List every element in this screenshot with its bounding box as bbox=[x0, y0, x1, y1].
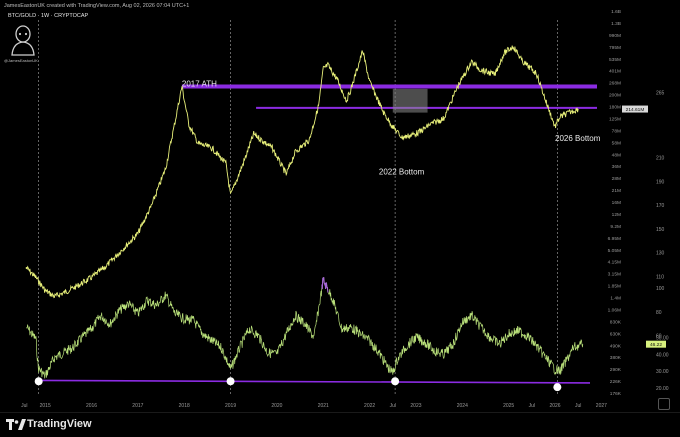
bottom-zone-box bbox=[392, 88, 428, 113]
bottom-marker-2 bbox=[391, 377, 400, 386]
left-axis-tick: 535M bbox=[609, 57, 621, 63]
left-axis-tick: 401M bbox=[609, 69, 621, 75]
right-axis-tick: 150 bbox=[656, 227, 665, 233]
oscillator-overheat-segment bbox=[321, 277, 329, 293]
left-axis-tick: 4.15M bbox=[608, 260, 621, 266]
annotation-label-2: 2026 Bottom bbox=[555, 134, 601, 143]
oscillator-axis-tick: 50.00 bbox=[656, 335, 669, 341]
left-axis-tick: 1.6B bbox=[611, 9, 621, 15]
left-price-axis[interactable]: 1.6B 1.3B 990M 795M 535M 401M 268M 200M 180M 125M… bbox=[608, 9, 622, 397]
price-point-start bbox=[25, 266, 28, 269]
time-axis-tick: 2016 bbox=[86, 403, 97, 409]
left-axis-tick: 180M bbox=[609, 105, 621, 111]
support-lines bbox=[38, 84, 597, 384]
left-axis-tick: 12M bbox=[612, 212, 621, 218]
left-axis-tick: 28M bbox=[612, 176, 621, 182]
fullscreen-button[interactable] bbox=[658, 398, 670, 410]
left-axis-tick: 6.95M bbox=[608, 236, 621, 242]
left-axis-tick: 380K bbox=[610, 355, 622, 361]
left-axis-tick: 58M bbox=[612, 140, 621, 146]
oscillator-axis-tick: 20.00 bbox=[656, 386, 669, 392]
bottom-marker-1 bbox=[226, 377, 235, 386]
left-axis-tick: 200M bbox=[609, 93, 621, 99]
price-last-value: 214.61M bbox=[626, 107, 645, 113]
right-axis-tick: 265 bbox=[656, 90, 665, 96]
time-axis[interactable]: Jul 2015 2016 2017 2018 2019 2020 2021 2022 Jul 20… bbox=[21, 403, 607, 409]
bottom-zone-rect bbox=[392, 88, 428, 113]
annotation-label-0: 2017 ATH bbox=[182, 80, 217, 89]
left-axis-tick: 226K bbox=[610, 379, 622, 385]
left-axis-tick: 21M bbox=[612, 188, 621, 194]
time-axis-tick: 2017 bbox=[132, 403, 143, 409]
right-axis-tick: 210 bbox=[656, 156, 665, 162]
time-axis-tick: 2022 bbox=[364, 403, 375, 409]
time-axis-tick: Jul bbox=[529, 403, 535, 409]
time-axis-tick: 2019 bbox=[225, 403, 236, 409]
left-axis-tick: 1.06M bbox=[608, 307, 621, 313]
price-line bbox=[26, 45, 579, 299]
left-axis-tick: 1.3B bbox=[611, 21, 621, 27]
oscillator-last-value: 46.22 bbox=[650, 342, 662, 348]
left-axis-tick: 9.2M bbox=[610, 224, 621, 230]
left-axis-tick: 48M bbox=[612, 152, 621, 158]
time-axis-tick: 2021 bbox=[318, 403, 329, 409]
left-axis-tick: 125M bbox=[609, 116, 621, 122]
tradingview-brand[interactable]: TradingView bbox=[27, 418, 92, 430]
author-handle: @JamesEastonUK bbox=[4, 58, 38, 63]
right-axis-tick: 190 bbox=[656, 179, 665, 185]
cycle-dashed-lines bbox=[38, 20, 558, 395]
time-axis-tick: 2020 bbox=[271, 403, 282, 409]
oscillator-series bbox=[26, 277, 584, 379]
chart-canvas[interactable]: 2017 ATH 2022 Bottom 2026 Bottom 1.6B 1.3B 9… bbox=[0, 0, 680, 436]
left-axis-tick: 268M bbox=[609, 81, 621, 87]
right-axis-tick: 170 bbox=[656, 203, 665, 209]
left-axis-tick: 830K bbox=[610, 319, 622, 325]
left-axis-tick: 78M bbox=[612, 128, 621, 134]
tradingview-logo-icon bbox=[6, 419, 26, 430]
time-axis-tick: 2024 bbox=[457, 403, 468, 409]
oscillator-line bbox=[26, 277, 584, 379]
time-axis-tick: 2018 bbox=[179, 403, 190, 409]
footer-bar: TradingView bbox=[0, 412, 680, 437]
time-axis-tick: 2025 bbox=[503, 403, 514, 409]
chart-frame: 2017 ATH 2022 Bottom 2026 Bottom 1.6B 1.3B 9… bbox=[0, 0, 680, 437]
left-axis-tick: 290K bbox=[610, 367, 622, 373]
oscillator-axis-tick: 30.00 bbox=[656, 369, 669, 375]
bottom-marker-0 bbox=[34, 377, 43, 386]
right-axis-tick: 100 bbox=[656, 286, 665, 292]
time-axis-tick: Jul bbox=[575, 403, 581, 409]
left-axis-tick: 5.05M bbox=[608, 248, 621, 254]
left-axis-tick: 36M bbox=[612, 164, 621, 170]
time-axis-tick: 2015 bbox=[40, 403, 51, 409]
author-avatar-icon bbox=[11, 25, 35, 56]
right-axis-tick: 80 bbox=[656, 310, 662, 316]
time-axis-tick: 2023 bbox=[410, 403, 421, 409]
oscillator-axis-tick: 40.00 bbox=[656, 352, 669, 358]
time-axis-tick: Jul bbox=[390, 403, 396, 409]
price-series bbox=[25, 45, 579, 299]
left-axis-tick: 795M bbox=[609, 45, 621, 51]
right-axis-tick: 130 bbox=[656, 251, 665, 257]
left-axis-tick: 1.4M bbox=[610, 296, 621, 302]
time-axis-tick: 2027 bbox=[596, 403, 607, 409]
annotations: 2017 ATH 2022 Bottom 2026 Bottom bbox=[182, 80, 601, 177]
left-axis-tick: 16M bbox=[612, 200, 621, 206]
annotation-label-1: 2022 Bottom bbox=[379, 167, 425, 176]
left-axis-tick: 176K bbox=[610, 391, 622, 397]
left-axis-tick: 630K bbox=[610, 331, 622, 337]
left-axis-tick: 3.15M bbox=[608, 272, 621, 278]
time-axis-tick: Jul bbox=[21, 403, 27, 409]
oscillator-support-line bbox=[38, 379, 591, 384]
left-axis-tick: 1.85M bbox=[608, 284, 621, 290]
bottom-markers bbox=[34, 377, 562, 392]
left-axis-tick: 990M bbox=[609, 33, 621, 39]
right-axis-tick: 110 bbox=[656, 274, 664, 280]
symbol-line[interactable]: BTC/GOLD · 1W · CRYPTOCAP bbox=[8, 13, 88, 19]
left-axis-tick: 490K bbox=[610, 343, 622, 349]
time-axis-tick: 2026 bbox=[549, 403, 560, 409]
bottom-marker-3 bbox=[553, 383, 562, 392]
author-line: JamesEastonUK created with TradingView.c… bbox=[4, 3, 190, 9]
